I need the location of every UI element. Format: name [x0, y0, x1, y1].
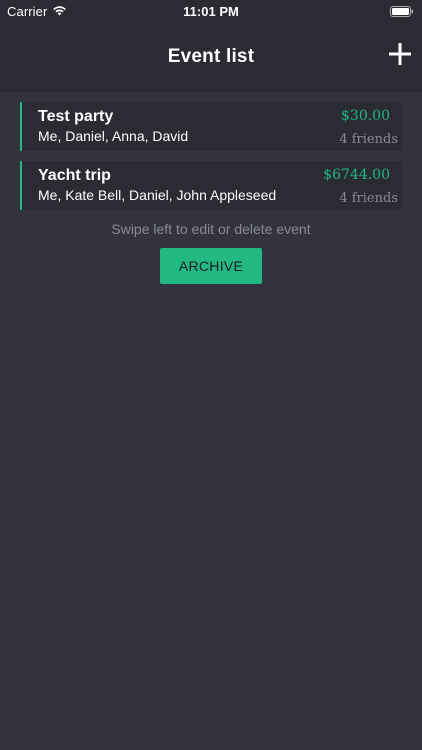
add-event-button[interactable] [388, 42, 412, 66]
event-item-test-party[interactable]: Test party Me, Daniel, Anna, David $30.0… [20, 102, 402, 151]
archive-button[interactable]: ARCHIVE [160, 248, 262, 284]
navigation-bar: Event list [0, 22, 422, 92]
event-title: Yacht trip [38, 167, 111, 184]
status-bar: Carrier 11:01 PM [0, 0, 422, 22]
event-members: Me, Daniel, Anna, David [38, 128, 189, 144]
plus-icon [389, 43, 411, 65]
app-screen: Carrier 11:01 PM Event list Test party M… [0, 0, 422, 750]
header: Carrier 11:01 PM Event list [0, 0, 422, 92]
swipe-hint: Swipe left to edit or delete event [111, 221, 311, 237]
event-item-yacht-trip[interactable]: Yacht trip Me, Kate Bell, Daniel, John A… [20, 161, 402, 210]
page-title: Event list [167, 46, 255, 67]
event-friends-count: 4 friends [339, 191, 398, 206]
event-amount: $6744.00 [323, 167, 390, 183]
event-list: Test party Me, Daniel, Anna, David $30.0… [20, 102, 402, 220]
battery-icon [390, 6, 414, 17]
event-members: Me, Kate Bell, Daniel, John Appleseed [38, 187, 277, 203]
event-title: Test party [38, 108, 114, 125]
status-time: 11:01 PM [183, 4, 239, 19]
event-friends-count: 4 friends [339, 132, 398, 147]
event-amount: $30.00 [341, 108, 390, 124]
